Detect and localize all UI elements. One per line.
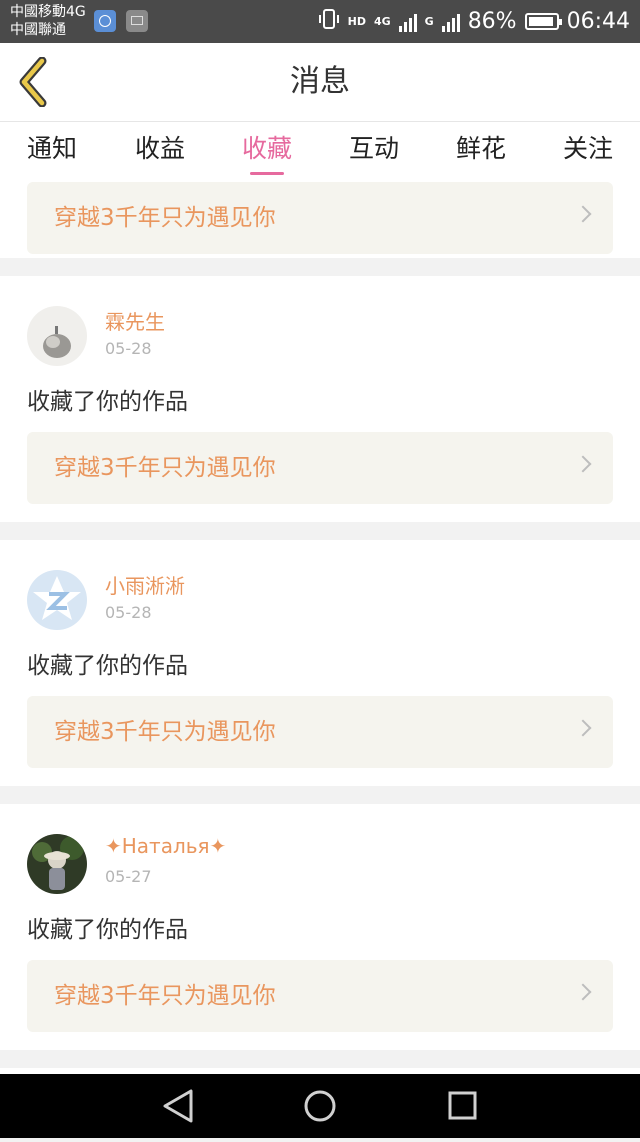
clock: 06:44	[566, 9, 630, 34]
work-link[interactable]: 穿越3千年只为遇见你	[27, 960, 613, 1032]
nav-back-button[interactable]	[138, 1074, 218, 1138]
carrier-info: 中國移動4G 中國聯通	[10, 3, 86, 39]
battery-icon	[524, 13, 562, 30]
tab-favorites[interactable]: 收藏	[242, 122, 292, 182]
tab-interaction[interactable]: 互动	[349, 122, 399, 182]
page-title: 消息	[290, 64, 350, 99]
work-link[interactable]: 穿越3千年只为遇见你	[27, 432, 613, 504]
list-item: ✦Наталья✦ 05-27 收藏了你的作品 穿越3千年只为遇见你	[0, 804, 640, 1050]
category-tabs: 通知 收益 收藏 互动 鲜花 关注	[0, 122, 640, 182]
back-triangle-icon	[163, 1089, 193, 1123]
username[interactable]: ✦Наталья✦	[105, 834, 226, 858]
date: 05-27	[105, 867, 152, 886]
work-link[interactable]: 穿越3千年只为遇见你	[27, 182, 613, 254]
home-circle-icon	[304, 1090, 336, 1122]
system-nav-bar	[0, 1074, 640, 1138]
username[interactable]: 小雨淅淅	[105, 570, 185, 599]
username[interactable]: 霖先生	[105, 306, 165, 335]
nav-recents-button[interactable]	[422, 1074, 502, 1138]
carrier-2: 中國聯通	[10, 22, 66, 38]
chevron-right-icon	[574, 719, 592, 737]
work-title: 穿越3千年只为遇见你	[54, 719, 276, 745]
action-text: 收藏了你的作品	[27, 653, 188, 679]
tab-following[interactable]: 关注	[563, 122, 613, 182]
avatar[interactable]	[27, 834, 87, 894]
nav-home-button[interactable]	[280, 1074, 360, 1138]
header: 消息	[0, 43, 640, 122]
tab-notifications[interactable]: 通知	[27, 122, 77, 182]
gallery-notification-icon	[126, 10, 148, 32]
back-button[interactable]	[14, 56, 54, 108]
carrier-1: 中國移動4G	[10, 4, 86, 20]
chevron-right-icon	[574, 983, 592, 1001]
avatar[interactable]	[27, 570, 87, 630]
network-type-2: G	[424, 15, 434, 28]
network-type-1: 4G	[373, 15, 391, 28]
action-text: 收藏了你的作品	[27, 917, 188, 943]
notification-app-icon	[94, 10, 116, 32]
list-item: 穿越3千年只为遇见你	[0, 182, 640, 258]
signal-icon	[398, 12, 417, 32]
chevron-left-icon	[19, 56, 47, 108]
hd-icon: HD	[347, 15, 366, 28]
date: 05-28	[105, 339, 152, 358]
avatar[interactable]	[27, 306, 87, 366]
tab-earnings[interactable]: 收益	[135, 122, 185, 182]
work-title: 穿越3千年只为遇见你	[54, 983, 276, 1009]
list-item: 霖先生 05-28 收藏了你的作品 穿越3千年只为遇见你	[0, 276, 640, 522]
work-link[interactable]: 穿越3千年只为遇见你	[27, 696, 613, 768]
tab-flowers[interactable]: 鲜花	[456, 122, 506, 182]
recents-square-icon	[448, 1091, 477, 1120]
list-item: 小雨淅淅 05-28 收藏了你的作品 穿越3千年只为遇见你	[0, 540, 640, 786]
action-text: 收藏了你的作品	[27, 389, 188, 415]
signal-icon-2	[441, 12, 460, 32]
chevron-right-icon	[574, 455, 592, 473]
vibrate-icon	[318, 8, 340, 36]
work-title: 穿越3千年只为遇见你	[54, 205, 276, 231]
message-feed: 穿越3千年只为遇见你 霖先生 05-28 收藏了你的作品 穿越3千年只为遇见你 …	[0, 182, 640, 1074]
status-bar: 中國移動4G 中國聯通 HD 4G G 86% 06:44	[0, 0, 640, 43]
chevron-right-icon	[574, 205, 592, 223]
date: 05-28	[105, 603, 152, 622]
work-title: 穿越3千年只为遇见你	[54, 455, 276, 481]
battery-percent: 86%	[467, 9, 517, 34]
